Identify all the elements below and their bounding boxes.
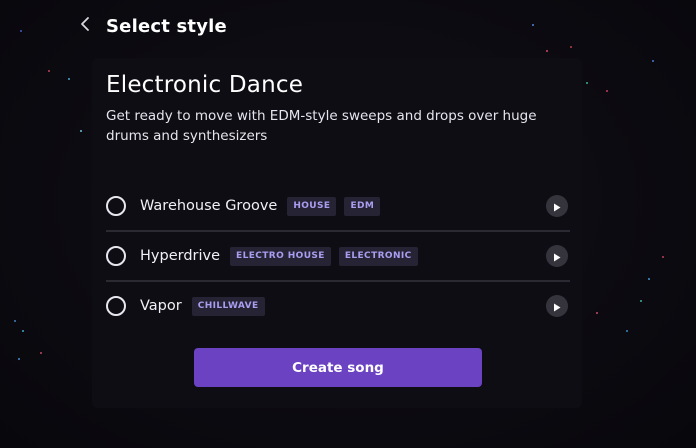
play-icon [553, 197, 561, 216]
play-preview-button[interactable] [546, 245, 568, 267]
style-name: Vapor [140, 298, 182, 314]
star-dot [570, 46, 572, 48]
star-dot [640, 300, 642, 302]
radio-button[interactable] [106, 196, 126, 216]
style-list: Warehouse Groove HOUSE EDM Hyperdrive EL… [106, 182, 570, 330]
genre-tag: HOUSE [287, 196, 337, 216]
star-dot [546, 50, 548, 52]
back-button[interactable] [74, 12, 96, 40]
star-dot [80, 130, 82, 132]
style-name: Hyperdrive [140, 248, 221, 264]
play-preview-button[interactable] [546, 195, 568, 217]
star-dot [48, 70, 50, 72]
style-name: Warehouse Groove [140, 198, 278, 214]
star-dot [596, 312, 598, 314]
genre-title: Electronic Dance [106, 72, 304, 98]
star-dot [606, 90, 608, 92]
genre-description: Get ready to move with EDM-style sweeps … [106, 108, 537, 144]
genre-tag: EDM [344, 196, 381, 216]
create-song-button[interactable]: Create song [194, 348, 482, 387]
top-bar: Select style [74, 12, 227, 40]
star-dot [40, 352, 42, 354]
app-screen: Select style Electronic Dance Get ready … [0, 0, 696, 448]
star-dot [68, 78, 70, 80]
style-option-warehouse-groove[interactable]: Warehouse Groove HOUSE EDM [106, 182, 570, 232]
page-title: Select style [106, 15, 227, 37]
genre-tag: CHILLWAVE [191, 296, 265, 316]
star-dot [532, 24, 534, 26]
star-dot [14, 320, 16, 322]
chevron-left-icon [80, 16, 90, 36]
star-dot [586, 82, 588, 84]
genre-tag: ELECTRO HOUSE [230, 246, 331, 266]
star-dot [626, 330, 628, 332]
play-icon [553, 297, 561, 316]
genre-tag: ELECTRONIC [338, 246, 418, 266]
style-option-vapor[interactable]: Vapor CHILLWAVE [106, 282, 570, 330]
radio-button[interactable] [106, 246, 126, 266]
star-dot [652, 60, 654, 62]
style-option-hyperdrive[interactable]: Hyperdrive ELECTRO HOUSE ELECTRONIC [106, 232, 570, 282]
star-dot [648, 278, 650, 280]
star-dot [18, 358, 20, 360]
radio-button[interactable] [106, 296, 126, 316]
star-dot [20, 30, 22, 32]
play-preview-button[interactable] [546, 295, 568, 317]
star-dot [662, 256, 664, 258]
star-dot [22, 330, 24, 332]
play-icon [553, 247, 561, 266]
